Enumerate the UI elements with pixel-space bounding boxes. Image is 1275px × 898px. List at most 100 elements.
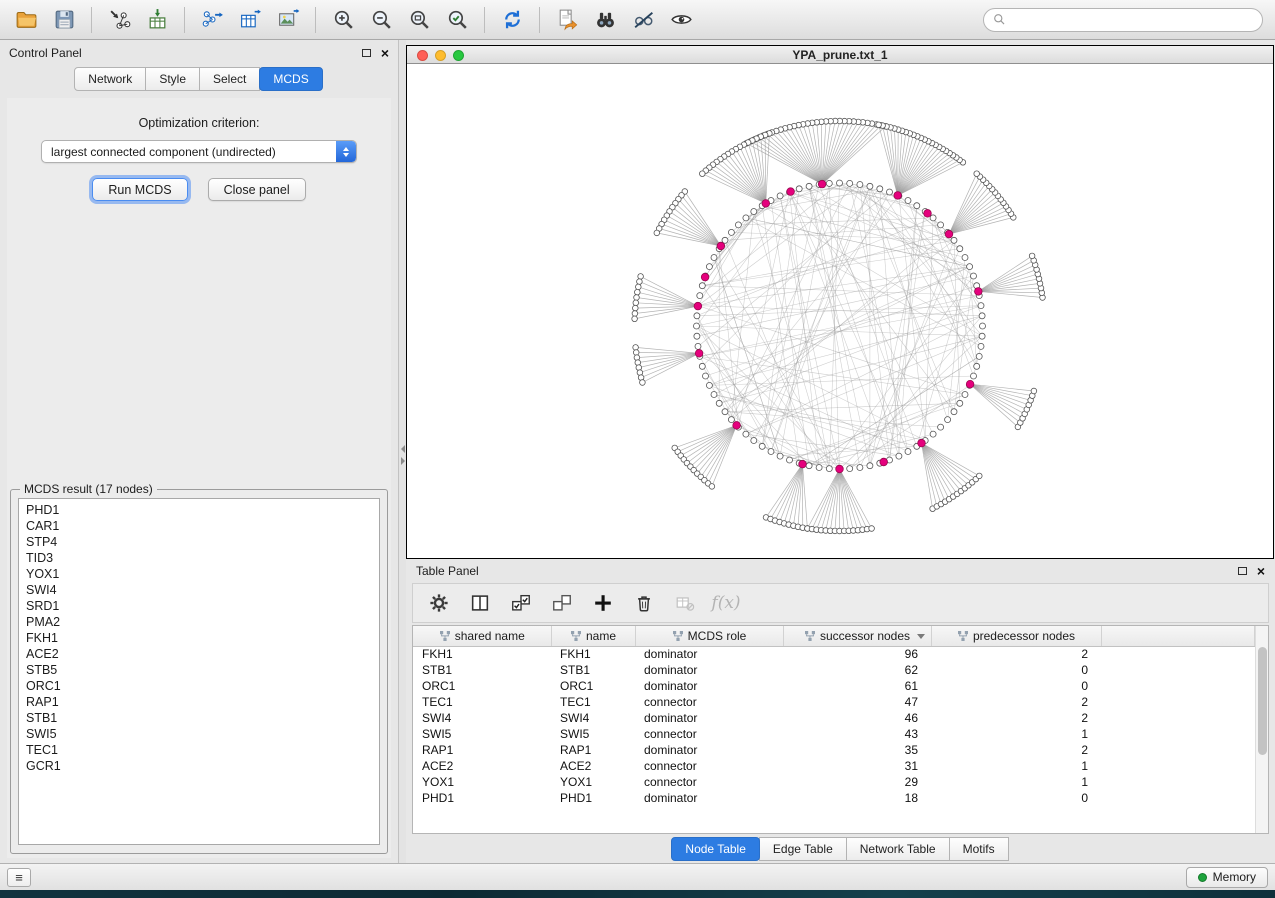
sort-dropdown-icon[interactable]	[917, 634, 925, 639]
table-cell[interactable]: ORC1	[551, 678, 635, 694]
column-header-successor-nodes[interactable]: successor nodes	[783, 626, 931, 646]
table-cell[interactable]: ACE2	[413, 758, 551, 774]
table-row[interactable]: TEC1TEC1connector472	[413, 694, 1255, 710]
zoom-selected-button[interactable]	[439, 4, 475, 36]
tab-edge-table[interactable]: Edge Table	[759, 837, 847, 861]
table-cell[interactable]: dominator	[635, 646, 783, 662]
import-network-button[interactable]	[101, 4, 137, 36]
mcds-result-item[interactable]: PHD1	[19, 502, 379, 518]
table-cell[interactable]: dominator	[635, 678, 783, 694]
mcds-result-item[interactable]: SWI4	[19, 582, 379, 598]
table-cell[interactable]: TEC1	[551, 694, 635, 710]
mcds-result-item[interactable]: ORC1	[19, 678, 379, 694]
table-cell[interactable]: STB1	[413, 662, 551, 678]
tab-motifs[interactable]: Motifs	[949, 837, 1009, 861]
table-cell[interactable]: 2	[931, 710, 1101, 726]
mcds-result-item[interactable]: PMA2	[19, 614, 379, 630]
import-table-button[interactable]	[139, 4, 175, 36]
table-cell[interactable]: dominator	[635, 662, 783, 678]
table-cell[interactable]: 46	[783, 710, 931, 726]
close-panel-icon[interactable]: ×	[381, 46, 389, 60]
table-cell[interactable]: YOX1	[551, 774, 635, 790]
network-graph[interactable]	[407, 64, 1273, 558]
mcds-result-list[interactable]: PHD1CAR1STP4TID3YOX1SWI4SRD1PMA2FKH1ACE2…	[18, 498, 380, 845]
mcds-result-item[interactable]: STB5	[19, 662, 379, 678]
mcds-result-item[interactable]: CAR1	[19, 518, 379, 534]
float-table-panel-icon[interactable]	[1238, 567, 1247, 575]
scrollbar-thumb[interactable]	[1258, 647, 1267, 755]
table-row[interactable]: FKH1FKH1dominator962	[413, 646, 1255, 662]
table-row[interactable]: YOX1YOX1connector291	[413, 774, 1255, 790]
table-cell[interactable]: 1	[931, 726, 1101, 742]
mcds-result-item[interactable]: SRD1	[19, 598, 379, 614]
refresh-view-button[interactable]	[494, 4, 530, 36]
table-cell[interactable]: 1	[931, 758, 1101, 774]
zoom-out-button[interactable]	[363, 4, 399, 36]
table-row[interactable]: ACE2ACE2connector311	[413, 758, 1255, 774]
log-console-button[interactable]: ≡	[7, 868, 31, 887]
table-row[interactable]: SWI4SWI4dominator462	[413, 710, 1255, 726]
table-cell[interactable]: 61	[783, 678, 931, 694]
tab-style[interactable]: Style	[145, 67, 200, 91]
table-cell[interactable]: 0	[931, 790, 1101, 806]
table-cell[interactable]: 2	[931, 646, 1101, 662]
zoom-in-button[interactable]	[325, 4, 361, 36]
table-cell[interactable]: 43	[783, 726, 931, 742]
table-cell[interactable]: connector	[635, 758, 783, 774]
table-cell[interactable]: RAP1	[413, 742, 551, 758]
column-header-mcds-role[interactable]: MCDS role	[635, 626, 783, 646]
table-cell[interactable]: 62	[783, 662, 931, 678]
network-canvas-area[interactable]	[407, 64, 1273, 558]
tab-network[interactable]: Network	[74, 67, 146, 91]
table-cell[interactable]: connector	[635, 774, 783, 790]
panel-splitter[interactable]	[399, 40, 406, 863]
table-cell[interactable]: PHD1	[413, 790, 551, 806]
table-row[interactable]: RAP1RAP1dominator352	[413, 742, 1255, 758]
table-cell[interactable]: connector	[635, 726, 783, 742]
table-row[interactable]: ORC1ORC1dominator610	[413, 678, 1255, 694]
table-cell[interactable]: 31	[783, 758, 931, 774]
table-row[interactable]: SWI5SWI5connector431	[413, 726, 1255, 742]
close-panel-button[interactable]: Close panel	[208, 178, 306, 201]
mcds-result-item[interactable]: SWI5	[19, 726, 379, 742]
mcds-result-item[interactable]: FKH1	[19, 630, 379, 646]
mcds-result-item[interactable]: GCR1	[19, 758, 379, 774]
tab-mcds[interactable]: MCDS	[259, 67, 322, 91]
tab-node-table[interactable]: Node Table	[671, 837, 760, 861]
table-cell[interactable]: 47	[783, 694, 931, 710]
column-header-predecessor-nodes[interactable]: predecessor nodes	[931, 626, 1101, 646]
mcds-result-item[interactable]: TEC1	[19, 742, 379, 758]
table-cell[interactable]: FKH1	[551, 646, 635, 662]
criterion-dropdown[interactable]: largest connected component (undirected)	[41, 140, 357, 163]
mcds-result-item[interactable]: YOX1	[19, 566, 379, 582]
table-cell[interactable]: ACE2	[551, 758, 635, 774]
run-mcds-button[interactable]: Run MCDS	[92, 178, 187, 201]
share-document-button[interactable]	[549, 4, 585, 36]
export-network-button[interactable]	[194, 4, 230, 36]
table-cell[interactable]: SWI4	[413, 710, 551, 726]
table-cell[interactable]: STB1	[551, 662, 635, 678]
show-hide-button[interactable]	[663, 4, 699, 36]
table-cell[interactable]: SWI5	[551, 726, 635, 742]
tab-select[interactable]: Select	[199, 67, 260, 91]
mcds-result-item[interactable]: STP4	[19, 534, 379, 550]
table-cell[interactable]: YOX1	[413, 774, 551, 790]
mcds-result-item[interactable]: STB1	[19, 710, 379, 726]
close-window-icon[interactable]	[417, 50, 428, 61]
float-panel-icon[interactable]	[362, 49, 371, 57]
search-input[interactable]	[1011, 13, 1253, 27]
table-cell[interactable]: ORC1	[413, 678, 551, 694]
table-cell[interactable]: SWI5	[413, 726, 551, 742]
save-session-button[interactable]	[46, 4, 82, 36]
close-table-panel-icon[interactable]: ×	[1257, 564, 1265, 578]
add-column-button[interactable]	[590, 590, 616, 616]
table-cell[interactable]: 35	[783, 742, 931, 758]
table-cell[interactable]: 0	[931, 662, 1101, 678]
mcds-result-item[interactable]: RAP1	[19, 694, 379, 710]
delete-column-button[interactable]	[631, 590, 657, 616]
table-cell[interactable]: 2	[931, 742, 1101, 758]
export-image-button[interactable]	[270, 4, 306, 36]
export-table-button[interactable]	[232, 4, 268, 36]
mcds-result-item[interactable]: TID3	[19, 550, 379, 566]
minimize-window-icon[interactable]	[435, 50, 446, 61]
